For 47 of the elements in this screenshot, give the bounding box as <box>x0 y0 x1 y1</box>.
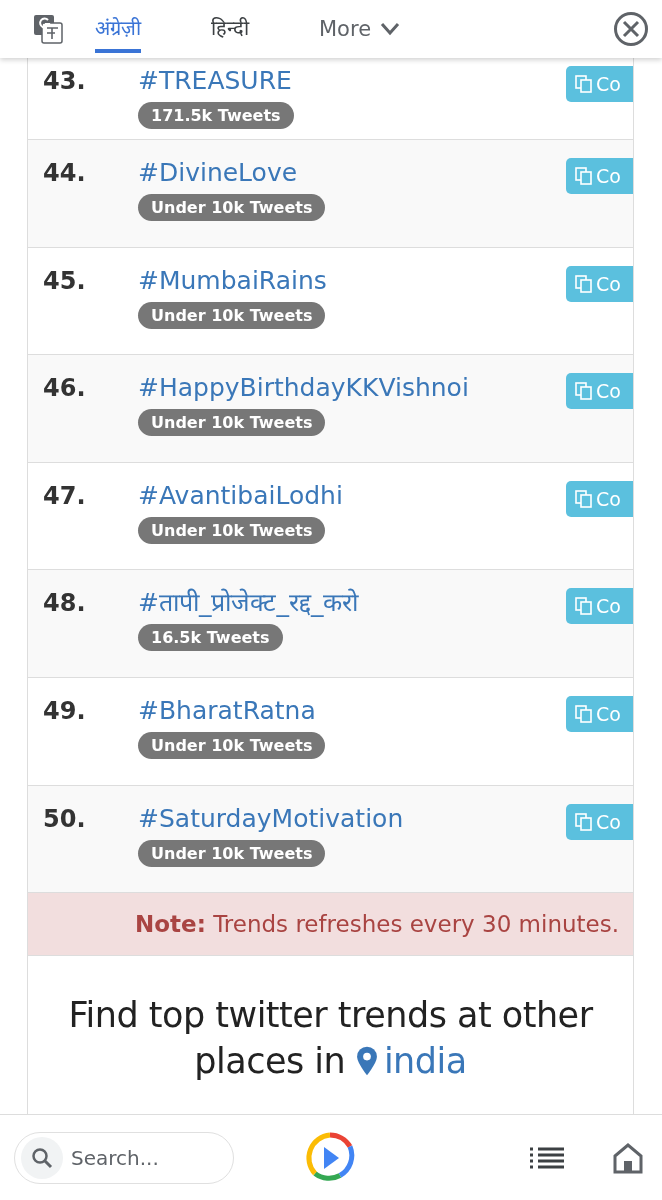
chevron-icon <box>379 22 402 36</box>
pin-icon <box>355 1045 378 1078</box>
copy-icon <box>574 488 594 509</box>
trend-rank: 48. <box>43 588 87 620</box>
more-button[interactable]: More <box>319 17 402 41</box>
copy-icon <box>574 273 594 294</box>
tweet-count: 171.5k Tweets <box>138 102 294 129</box>
close-icon[interactable] <box>613 11 649 47</box>
translate-icon[interactable] <box>33 14 63 44</box>
tweet-count: Under 10k Tweets <box>138 516 326 544</box>
tweet-count: Under 10k Tweets <box>138 731 326 759</box>
trend-rank: 44. <box>43 158 87 189</box>
trend-rank: 45. <box>43 265 87 297</box>
home-icon[interactable] <box>612 1141 644 1174</box>
note-banner: Note: Trends refreshes every 30 minutes. <box>28 893 633 957</box>
trend-rank: 43. <box>43 66 87 97</box>
search-icon <box>30 1145 54 1170</box>
hashtag-link[interactable]: #DivineLove <box>138 156 298 190</box>
location-link[interactable]: india <box>355 1041 467 1082</box>
tweet-count: Under 10k Tweets <box>138 839 326 867</box>
trend-rank: 49. <box>43 695 87 727</box>
copy-icon <box>574 703 594 724</box>
hashtag-link[interactable]: #तापी_प्रोजेक्ट_रद्द_करो <box>138 586 359 621</box>
copy-icon <box>574 596 594 617</box>
hashtag-link[interactable]: #BharatRatna <box>138 693 316 728</box>
tweet-count: Under 10k Tweets <box>138 194 326 221</box>
play-logo-icon[interactable] <box>304 1131 356 1184</box>
copy-icon <box>574 166 594 186</box>
copy-icon <box>574 811 594 832</box>
hashtag-link[interactable]: #TREASURE <box>138 64 292 98</box>
search-field[interactable]: Search... <box>14 1131 234 1184</box>
trend-rank: 50. <box>43 803 87 835</box>
hashtag-link[interactable]: #SaturdayMotivation <box>138 801 404 836</box>
list-icon[interactable] <box>530 1145 564 1170</box>
trend-rank: 46. <box>43 373 87 405</box>
tweet-count: Under 10k Tweets <box>138 409 326 437</box>
section-heading: Find top twitter trends at other places in india <box>67 994 594 1084</box>
tweet-count: Under 10k Tweets <box>138 301 326 329</box>
hashtag-link[interactable]: #MumbaiRains <box>138 263 327 298</box>
hashtag-link[interactable]: #HappyBirthdayKKVishnoi <box>138 371 469 406</box>
language-tab[interactable]: हिन्दी <box>211 13 249 53</box>
language-tab[interactable]: अंग्रेज़ी <box>95 13 141 53</box>
trend-rank: 47. <box>43 480 87 512</box>
hashtag-link[interactable]: #AvantibaiLodhi <box>138 478 343 513</box>
copy-icon <box>574 74 594 94</box>
copy-icon <box>574 381 594 402</box>
tweet-count: 16.5k Tweets <box>138 624 283 652</box>
